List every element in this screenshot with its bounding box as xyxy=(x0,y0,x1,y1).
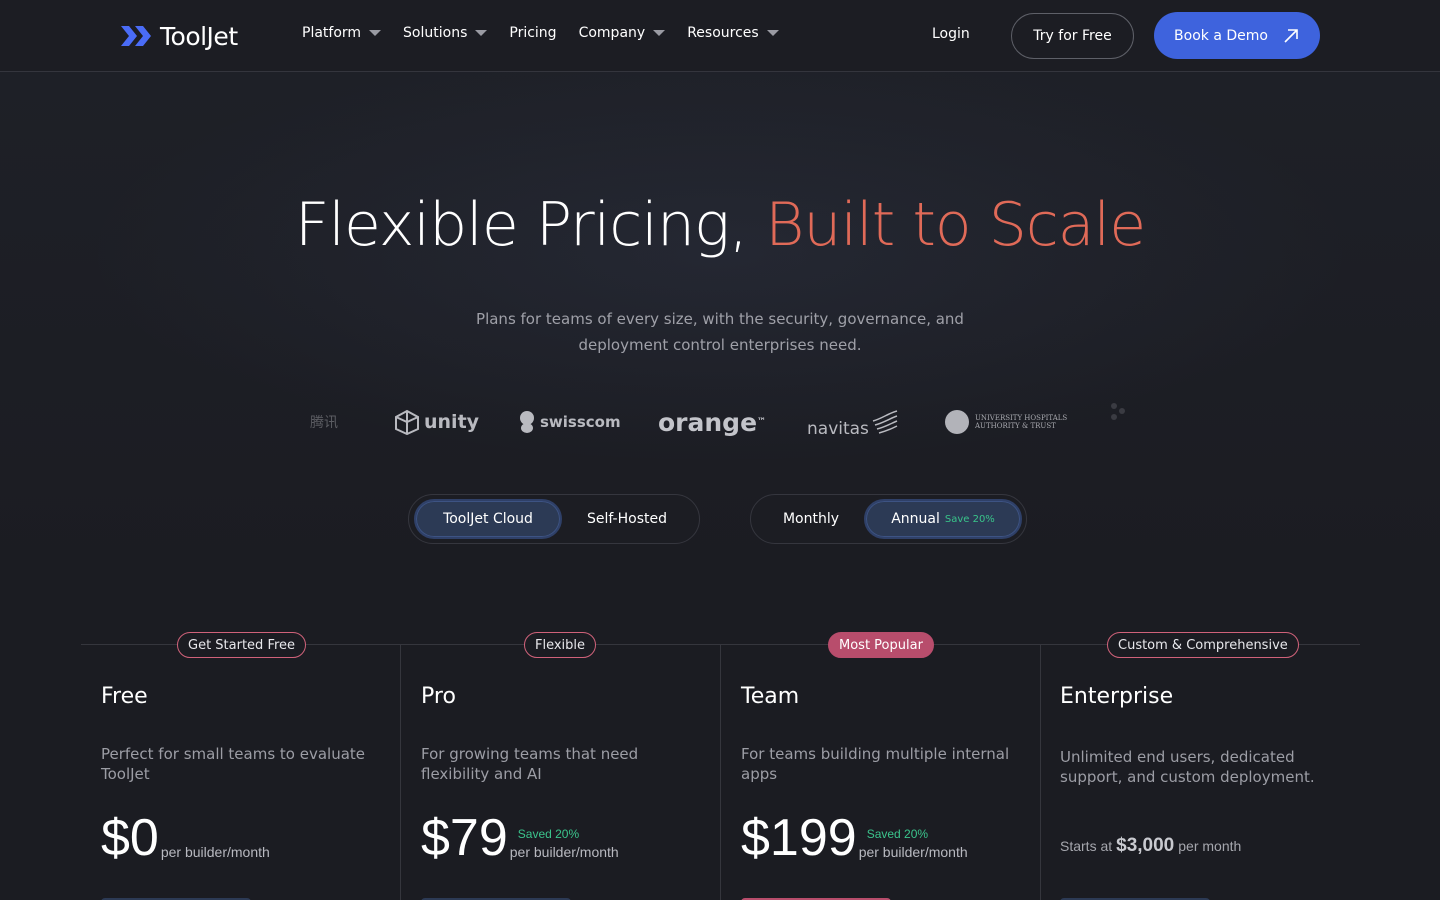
arrow-up-right-icon xyxy=(1284,28,1298,43)
plan-card-pro: Flexible Pro For growing teams that need… xyxy=(401,632,721,900)
nav-platform[interactable]: Platform xyxy=(302,25,382,41)
nav-resources[interactable]: Resources xyxy=(687,25,779,41)
university-hospitals-logo: UNIVERSITY HOSPITALS AUTHORITY & TRUST xyxy=(945,400,1067,444)
nav-solutions-label: Solutions xyxy=(403,25,468,41)
chevron-down-icon xyxy=(475,30,488,36)
unity-logo: unity xyxy=(394,400,479,444)
unity-logo-text: unity xyxy=(424,411,480,433)
swisscom-logo: swisscom xyxy=(518,400,621,444)
try-for-free-button[interactable]: Try for Free xyxy=(1011,13,1134,59)
plan-description: For teams building multiple internal app… xyxy=(741,745,1010,783)
plan-price: $79 xyxy=(421,809,508,867)
plan-card-team: Most Popular Team For teams building mul… xyxy=(721,632,1041,900)
billing-toggle: Monthly Annual Save 20% xyxy=(750,494,1027,544)
customer-logos: 腾讯 unity swisscom orange ™ navitas UNIVER… xyxy=(310,400,1130,444)
uh-logo-line2: AUTHORITY & TRUST xyxy=(975,422,1056,430)
hero-title-accent: Built to Scale xyxy=(765,190,1146,260)
plan-price-row: $79 Saved 20% per builder/month xyxy=(421,812,619,864)
plan-price-row: Starts at $3,000 per month xyxy=(1060,835,1241,857)
uh-emblem-icon xyxy=(945,410,969,434)
plan-name: Free xyxy=(101,684,148,709)
hero-title: Flexible Pricing, Built to Scale xyxy=(0,190,1440,260)
plan-name: Team xyxy=(741,684,800,709)
tooljet-logo-icon xyxy=(121,26,151,46)
nav-platform-label: Platform xyxy=(302,25,362,41)
top-navbar: ToolJet Platform Solutions Pricing Compa… xyxy=(0,0,1440,72)
self-hosted-option[interactable]: Self-Hosted xyxy=(559,499,695,539)
plan-saved-label: Saved 20% xyxy=(866,827,929,841)
tencent-logo: 腾讯 xyxy=(310,400,338,444)
hero-subtitle: Plans for teams of every size, with the … xyxy=(476,310,964,354)
nav-pricing-label: Pricing xyxy=(509,25,557,41)
plan-price-row: $0 per builder/month xyxy=(101,812,270,864)
plan-description: Unlimited end users, dedicated support, … xyxy=(1060,748,1315,786)
annual-save-badge: Save 20% xyxy=(944,513,995,525)
plan-price: $0 xyxy=(101,809,159,867)
navitas-wing-icon xyxy=(872,410,898,434)
hosting-toggle: ToolJet Cloud Self-Hosted xyxy=(408,494,700,544)
plan-price-unit: per month xyxy=(1178,838,1242,854)
book-demo-label: Book a Demo xyxy=(1174,27,1268,44)
nav-menu: Platform Solutions Pricing Company Resou… xyxy=(302,25,801,41)
plan-saved-label: Saved 20% xyxy=(517,827,580,841)
navitas-logo: navitas xyxy=(807,400,899,444)
plan-card-enterprise: Custom & Comprehensive Enterprise Unlimi… xyxy=(1040,632,1360,900)
plan-price: $199 xyxy=(741,809,857,867)
uh-logo-text: UNIVERSITY HOSPITALS AUTHORITY & TRUST xyxy=(975,414,1067,430)
plan-price-unit: per builder/month xyxy=(160,844,270,860)
try-for-free-label: Try for Free xyxy=(1033,28,1112,44)
navitas-logo-text: navitas xyxy=(807,419,869,439)
swisscom-logo-text: swisscom xyxy=(540,413,621,431)
nav-pricing[interactable]: Pricing xyxy=(509,25,556,41)
nav-solutions[interactable]: Solutions xyxy=(403,25,488,41)
tooljet-logo[interactable]: ToolJet xyxy=(120,21,238,51)
tencent-logo-text: 腾讯 xyxy=(310,415,338,431)
orange-logo-tm: ™ xyxy=(757,417,767,427)
plan-price: $3,000 xyxy=(1116,835,1175,856)
orange-logo-text: orange xyxy=(658,407,758,437)
plan-price-unit: per builder/month xyxy=(858,844,968,860)
plan-price-row: $199 Saved 20% per builder/month xyxy=(741,812,968,864)
swisscom-mark-icon xyxy=(520,411,534,433)
plan-starts-at: Starts at xyxy=(1060,838,1113,854)
plan-badge: Flexible xyxy=(524,632,597,658)
plan-name: Pro xyxy=(421,684,456,709)
faded-logo-icon xyxy=(1108,400,1130,422)
uh-logo-line1: UNIVERSITY HOSPITALS xyxy=(975,414,1068,422)
tooljet-cloud-option[interactable]: ToolJet Cloud xyxy=(414,499,562,539)
plan-card-free: Get Started Free Free Perfect for small … xyxy=(81,632,401,900)
chevron-down-icon xyxy=(766,30,779,36)
hero-title-main: Flexible Pricing, xyxy=(294,190,766,260)
nav-resources-label: Resources xyxy=(687,25,759,41)
unity-cube-icon xyxy=(395,409,419,435)
orange-logo: orange ™ xyxy=(658,400,766,444)
book-demo-button[interactable]: Book a Demo xyxy=(1154,12,1320,59)
monthly-option[interactable]: Monthly xyxy=(757,499,865,539)
plan-description: For growing teams that need flexibility … xyxy=(421,745,639,783)
plan-badge: Most Popular xyxy=(828,632,934,658)
plan-description: Perfect for small teams to evaluate Tool… xyxy=(101,745,366,783)
logo-text: ToolJet xyxy=(160,21,238,51)
plan-price-unit: per builder/month xyxy=(509,844,619,860)
login-link[interactable]: Login xyxy=(932,26,970,42)
chevron-down-icon xyxy=(653,30,666,36)
annual-label: Annual xyxy=(891,511,940,527)
chevron-down-icon xyxy=(369,30,382,36)
plan-name: Enterprise xyxy=(1060,684,1174,709)
nav-company-label: Company xyxy=(578,25,646,41)
plan-badge: Get Started Free xyxy=(177,632,307,658)
plan-badge: Custom & Comprehensive xyxy=(1107,632,1299,658)
nav-company[interactable]: Company xyxy=(579,25,666,41)
annual-option[interactable]: Annual Save 20% xyxy=(864,499,1022,539)
